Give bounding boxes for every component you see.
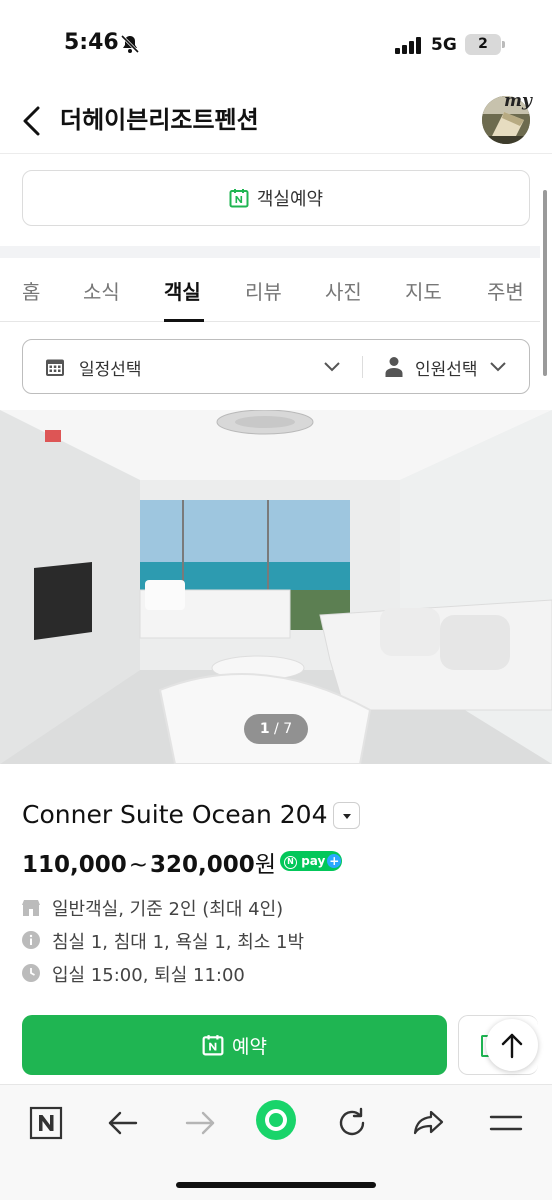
price-min: 110,000	[22, 852, 127, 878]
share-icon[interactable]	[409, 1103, 449, 1143]
active-tab-indicator	[164, 319, 204, 322]
section-divider	[0, 246, 540, 258]
tab-rooms[interactable]: 객실	[164, 276, 201, 305]
room-photo-image	[0, 410, 552, 764]
naver-calendar-icon	[229, 189, 249, 208]
forward-icon[interactable]	[180, 1103, 220, 1143]
room-capacity-text: 일반객실, 기준 2인 (최대 4인)	[52, 899, 284, 920]
price-unit: 원	[254, 852, 276, 878]
room-price: 110,000~320,000원	[22, 845, 276, 879]
date-select[interactable]: 일정선택	[79, 355, 142, 380]
status-time: 5:46	[64, 30, 119, 55]
naver-home-icon[interactable]	[26, 1103, 66, 1143]
profile-label: my	[504, 91, 532, 111]
npay-label: pay	[301, 854, 326, 868]
room-beds-text: 침실 1, 침대 1, 욕실 1, 최소 1박	[52, 932, 305, 953]
room-photo[interactable]	[0, 410, 552, 764]
clock-icon	[22, 964, 40, 982]
battery-cap	[502, 41, 505, 48]
menu-icon[interactable]	[486, 1103, 526, 1143]
book-button-label: 예약	[232, 1035, 267, 1058]
scrollbar[interactable]	[543, 190, 547, 376]
calendar-icon	[46, 359, 64, 376]
green-dot-icon[interactable]	[255, 1099, 297, 1141]
tab-reviews[interactable]: 리뷰	[245, 276, 282, 305]
room-checkin-text: 입실 15:00, 퇴실 11:00	[52, 965, 245, 986]
room-reserve-label: 객실예약	[256, 189, 324, 210]
book-button[interactable]: 예약	[22, 1015, 447, 1075]
home-indicator[interactable]	[176, 1182, 376, 1188]
photo-total: 7	[283, 721, 293, 737]
price-max: 320,000	[150, 852, 255, 878]
naver-calendar-icon	[202, 1035, 224, 1056]
tab-map[interactable]: 지도	[405, 276, 442, 305]
battery-indicator: 2	[465, 34, 501, 55]
back-arrow-icon[interactable]	[18, 104, 48, 138]
npay-badge: N pay +	[280, 851, 342, 871]
photo-index: 1	[259, 721, 270, 737]
room-info-checkin: 입실 15:00, 퇴실 11:00	[22, 961, 422, 986]
room-reserve-button[interactable]: 객실예약	[22, 170, 530, 226]
tab-nearby[interactable]: 주변	[487, 276, 524, 305]
signal-icon	[395, 36, 423, 54]
photo-counter: 1 / 7	[244, 714, 308, 744]
network-type: 5G	[431, 35, 457, 55]
photo-counter-sep: /	[269, 721, 284, 737]
booking-filter: 일정선택 인원선택	[22, 339, 530, 394]
page-title: 더헤이븐리조트펜션	[60, 106, 259, 134]
header: 더헤이븐리조트펜션	[0, 90, 552, 154]
price-separator: ~	[128, 852, 149, 878]
chevron-down-icon[interactable]	[323, 360, 341, 374]
chevron-down-icon[interactable]	[489, 360, 507, 374]
info-icon	[22, 931, 40, 949]
tab-photos[interactable]: 사진	[325, 276, 362, 305]
status-bar: 5:46 5G 2	[0, 0, 552, 90]
arrow-up-icon	[501, 1033, 523, 1059]
tab-news[interactable]: 소식	[83, 276, 120, 305]
tab-home[interactable]: 홈	[22, 276, 40, 305]
people-select[interactable]: 인원선택	[415, 355, 478, 380]
building-icon	[22, 900, 40, 916]
back-icon[interactable]	[103, 1103, 143, 1143]
bell-off-icon	[120, 34, 140, 54]
person-icon	[385, 357, 403, 377]
npay-logo-icon: N	[284, 856, 297, 869]
tab-bar: 홈 소식 객실 리뷰 사진 지도 주변	[0, 258, 540, 322]
filter-divider	[362, 356, 363, 378]
room-name: Conner Suite Ocean 204	[22, 800, 328, 829]
room-info-beds: 침실 1, 침대 1, 욕실 1, 최소 1박	[22, 928, 422, 953]
room-dropdown-button[interactable]	[333, 802, 360, 829]
plus-icon: +	[327, 854, 342, 868]
scroll-to-top-button[interactable]	[486, 1019, 538, 1071]
refresh-icon[interactable]	[332, 1103, 372, 1143]
room-info-capacity: 일반객실, 기준 2인 (최대 4인)	[22, 895, 422, 920]
